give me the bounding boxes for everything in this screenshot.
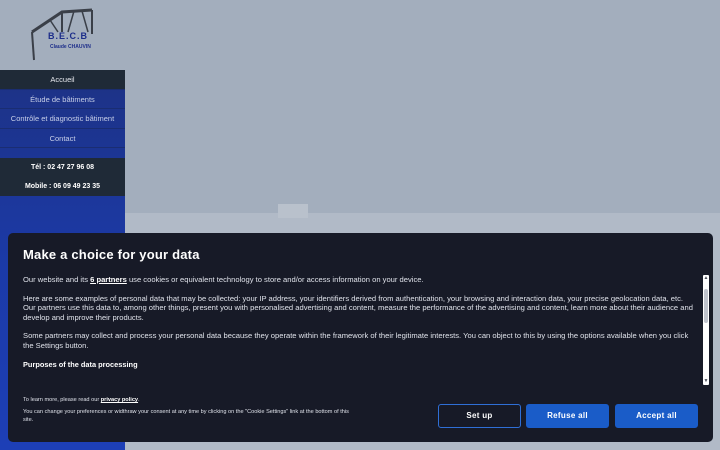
intro-text-before: Our website and its [23, 275, 91, 284]
phone-mobile[interactable]: Mobile : 06 09 49 23 35 [0, 177, 125, 196]
logo-subtitle: Claude CHAUVIN [50, 44, 91, 50]
menu-item-etude-batiments[interactable]: Étude de bâtiments [0, 90, 125, 109]
scroll-thumb[interactable] [704, 289, 708, 323]
menu-item-accueil[interactable]: Accueil [0, 70, 125, 90]
refuse-all-button[interactable]: Refuse all [526, 404, 609, 428]
intro-text-after: use cookies or equivalent technology to … [126, 275, 424, 284]
logo-title: B.E.C.B [48, 31, 89, 41]
menu-item-controle-diagnostic[interactable]: Contrôle et diagnostic bâtiment [0, 109, 125, 129]
consent-title: Make a choice for your data [23, 247, 200, 262]
consent-footer-note: To learn more, please read our privacy p… [23, 397, 353, 424]
consent-paragraph-examples: Here are some examples of personal data … [23, 294, 699, 323]
consent-intro: Our website and its 6 partners use cooki… [23, 275, 699, 285]
scroll-up-icon[interactable]: ▲ [703, 275, 709, 282]
phone-landline[interactable]: Tél : 02 47 27 96 08 [0, 158, 125, 177]
contact-phones: Tél : 02 47 27 96 08 Mobile : 06 09 49 2… [0, 158, 125, 196]
privacy-text-before: To learn more, please read our [23, 397, 101, 403]
consent-examples-text: Here are some examples of personal data … [23, 293, 684, 303]
partners-link[interactable]: 6 partners [90, 275, 127, 284]
menu-item-contact[interactable]: Contact [0, 129, 125, 148]
accept-all-button[interactable]: Accept all [615, 404, 698, 428]
purposes-heading[interactable]: Purposes of the data processing [23, 360, 699, 370]
background-element [278, 204, 308, 218]
privacy-policy-link[interactable]: privacy policy [101, 397, 138, 403]
scroll-down-icon[interactable]: ▼ [703, 378, 709, 385]
consent-usage-text: Our partners use this data to, among oth… [23, 303, 693, 322]
change-preferences-note: You can change your preferences or width… [23, 409, 349, 423]
consent-body: Our website and its 6 partners use cooki… [23, 275, 699, 387]
logo[interactable]: B.E.C.B Claude CHAUVIN [0, 0, 125, 70]
consent-dialog: Make a choice for your data Our website … [8, 233, 713, 442]
set-up-button[interactable]: Set up [438, 404, 521, 428]
consent-scrollbar[interactable]: ▲ ▼ [703, 275, 709, 385]
privacy-line: To learn more, please read our privacy p… [23, 397, 353, 404]
hero-area [125, 0, 720, 213]
main-menu: Accueil Étude de bâtiments Contrôle et d… [0, 70, 125, 148]
privacy-text-after: . [138, 397, 140, 403]
consent-legitimate-interest: Some partners may collect and process yo… [23, 331, 689, 350]
